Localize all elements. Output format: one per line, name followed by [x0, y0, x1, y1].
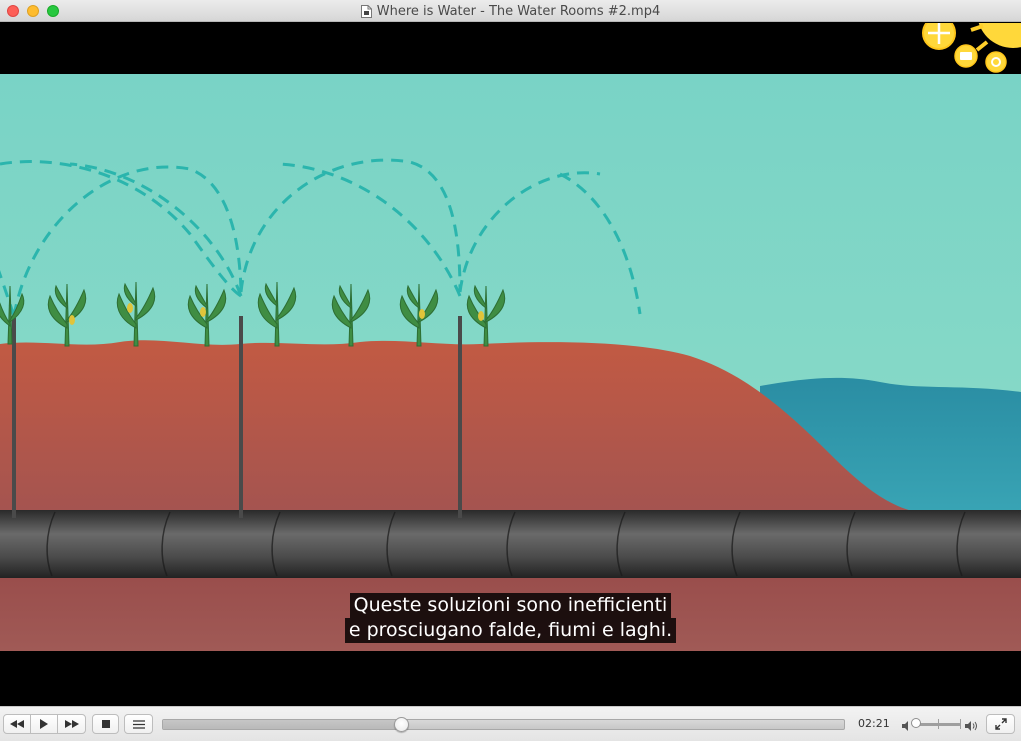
seek-bar[interactable]	[162, 717, 845, 732]
window-titlebar: Where is Water - The Water Rooms #2.mp4	[0, 0, 1021, 22]
folder-icon[interactable]	[954, 44, 978, 68]
seek-progress	[163, 720, 402, 729]
subtitle-line-2: e prosciugano falde, fiumi e laghi.	[344, 618, 677, 643]
volume-handle[interactable]	[910, 718, 921, 728]
sun-icon[interactable]	[922, 23, 956, 50]
fast-forward-button[interactable]	[57, 714, 86, 734]
playback-controls: 02:21	[0, 706, 1021, 741]
subtitle-line-1: Queste soluzioni sono inefficienti	[349, 593, 672, 618]
seek-handle[interactable]	[394, 717, 410, 732]
volume-tick	[938, 719, 939, 729]
window-title: Where is Water - The Water Rooms #2.mp4	[376, 3, 661, 19]
play-button[interactable]	[30, 714, 58, 734]
overlay-widget	[921, 23, 1021, 96]
fullscreen-icon	[994, 718, 1007, 730]
subtitle-box: Queste soluzioni sono inefficienti e pro…	[0, 593, 1021, 643]
video-frame[interactable]: Queste soluzioni sono inefficienti e pro…	[0, 23, 1021, 706]
play-icon	[40, 719, 48, 729]
rewind-icon	[10, 720, 24, 728]
document-icon	[360, 4, 372, 18]
fullscreen-button[interactable]	[986, 714, 1015, 734]
stop-icon	[101, 720, 110, 728]
volume-tick	[960, 719, 961, 729]
elapsed-time: 02:21	[858, 717, 890, 730]
playlist-icon	[132, 719, 145, 729]
gear-icon[interactable]	[985, 51, 1007, 73]
rewind-button[interactable]	[3, 714, 31, 734]
video-scene	[0, 74, 1021, 651]
stop-button[interactable]	[92, 714, 119, 734]
playlist-button[interactable]	[124, 714, 153, 734]
volume-high-icon[interactable]	[965, 718, 979, 736]
fast-forward-icon	[64, 720, 79, 728]
